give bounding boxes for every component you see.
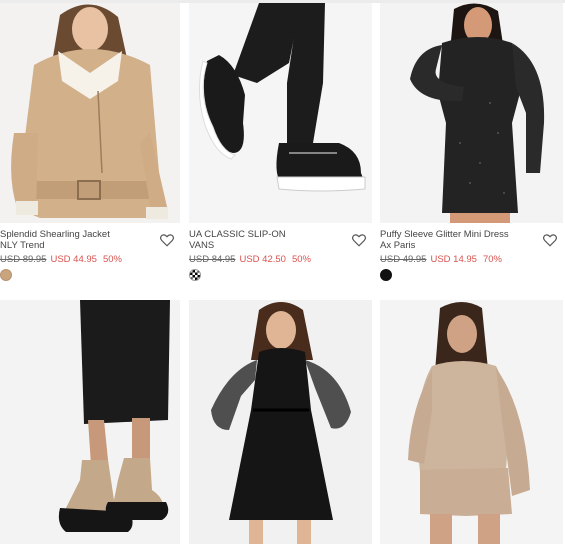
heart-icon[interactable]	[543, 234, 557, 247]
product-image[interactable]	[0, 300, 180, 544]
product-image[interactable]	[189, 300, 372, 544]
discount-badge: 50%	[291, 254, 311, 265]
product-brand[interactable]: VANS	[189, 240, 372, 251]
product-image[interactable]	[0, 3, 180, 223]
product-image[interactable]	[380, 3, 563, 223]
price-row: USD 89.95 USD 44.95 50%	[0, 254, 180, 265]
product-name[interactable]: Splendid Shearling Jacket	[0, 229, 180, 240]
product-brand[interactable]: NLY Trend	[0, 240, 180, 251]
color-swatches	[380, 269, 563, 281]
product-card[interactable]	[380, 300, 563, 544]
product-name[interactable]: UA CLASSIC SLIP-ON	[189, 229, 372, 240]
product-image[interactable]	[189, 3, 372, 223]
heart-icon[interactable]	[160, 234, 174, 247]
product-card[interactable]	[0, 300, 180, 544]
discount-badge: 50%	[102, 254, 122, 265]
heart-icon[interactable]	[352, 234, 366, 247]
color-swatches	[0, 269, 180, 281]
product-card[interactable]: Splendid Shearling Jacket NLY Trend USD …	[0, 3, 180, 293]
original-price: USD 84.95	[189, 254, 236, 265]
sale-price: USD 14.95	[430, 254, 477, 265]
sale-price: USD 42.50	[239, 254, 286, 265]
color-swatch[interactable]	[380, 269, 392, 281]
checkerboard-swatch[interactable]	[189, 269, 201, 281]
product-image[interactable]	[380, 300, 563, 544]
color-swatch[interactable]	[0, 269, 12, 281]
product-name[interactable]: Puffy Sleeve Glitter Mini Dress	[380, 229, 563, 240]
product-card[interactable]	[189, 300, 372, 544]
price-row: USD 84.95 USD 42.50 50%	[189, 254, 372, 265]
original-price: USD 89.95	[0, 254, 47, 265]
sale-price: USD 44.95	[50, 254, 97, 265]
price-row: USD 49.95 USD 14.95 70%	[380, 254, 563, 265]
product-card[interactable]: UA CLASSIC SLIP-ON VANS USD 84.95 USD 42.…	[189, 3, 372, 293]
product-brand[interactable]: Ax Paris	[380, 240, 563, 251]
product-card[interactable]: Puffy Sleeve Glitter Mini Dress Ax Paris…	[380, 3, 563, 293]
color-swatches	[189, 269, 372, 281]
discount-badge: 70%	[482, 254, 502, 265]
original-price: USD 49.95	[380, 254, 427, 265]
